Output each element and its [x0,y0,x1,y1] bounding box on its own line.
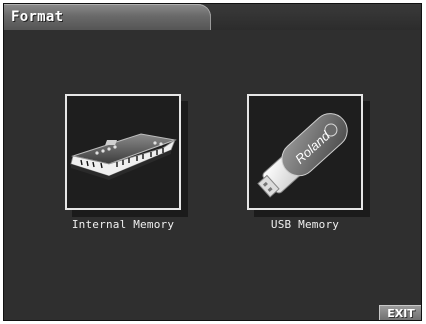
title-bar: Format [4,4,421,30]
title-tab: Format [4,4,211,30]
internal-memory-label: Internal Memory [71,218,175,231]
page-title: Format [11,9,64,25]
keyboard-synth-icon [70,133,177,180]
usb-memory-button[interactable]: Roland [247,94,370,217]
usb-memory-frame: Roland [247,94,363,210]
format-screen: Format Internal Memory Roland USB Memory… [3,3,422,321]
exit-button[interactable]: EXIT [379,305,421,320]
usb-flash-drive-icon: Roland [257,113,348,198]
usb-memory-label: USB Memory [270,218,340,231]
internal-memory-frame [65,94,181,210]
internal-memory-button[interactable] [65,94,188,217]
